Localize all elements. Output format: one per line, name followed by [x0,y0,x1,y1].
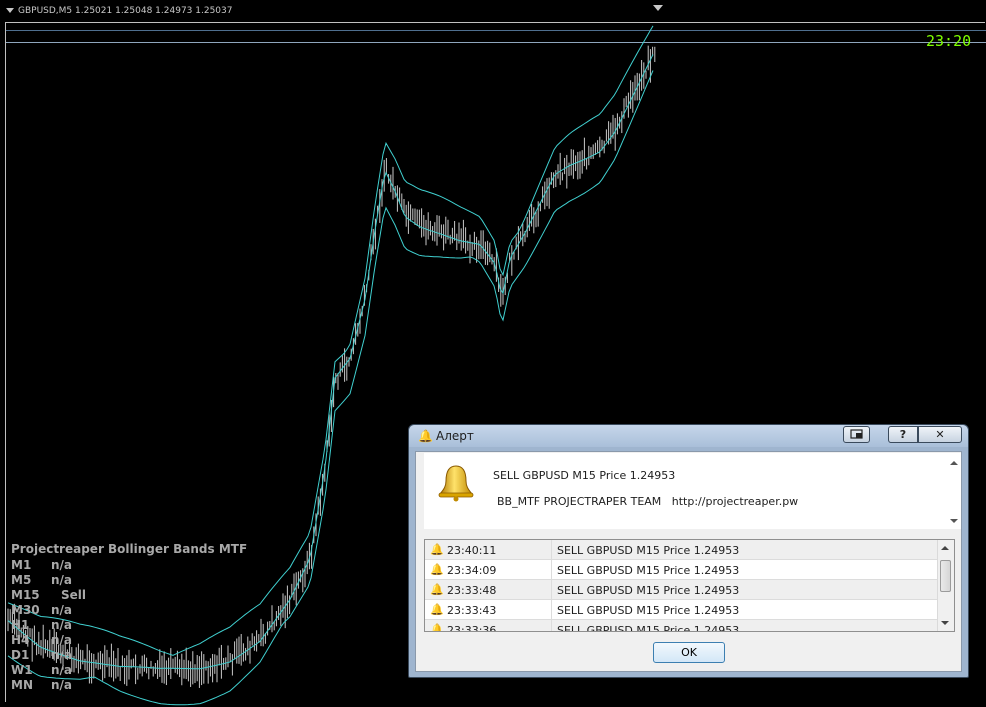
indicator-row-w1: W1 n/a [11,663,73,677]
bell-icon: 🔔 [418,429,433,443]
bell-icon: 🔔 [430,623,444,632]
indicator-rows: M1 n/a M5 n/a M15 Sell M30 n/a H1 n/a H4 n/a D… [11,558,247,693]
bell-icon: 🔔 [430,583,444,596]
alert-title: Алерт [436,429,474,443]
indicator-row-m15: M15 Sell [11,588,87,602]
indicator-row-d1: D1 n/a [11,648,73,662]
close-button[interactable]: ✕ [918,426,962,443]
alert-message-box: SELL GBPUSD M15 Price 1.24953 BB_MTF PRO… [424,453,961,529]
bell-icon: 🔔 [430,563,444,576]
list-item[interactable]: 🔔 23:40:11 SELL GBPUSD M15 Price 1.24953 [425,540,939,560]
alert-history-list[interactable]: 🔔 23:40:11 SELL GBPUSD M15 Price 1.24953… [424,539,955,632]
bell-icon: 🔔 [430,603,444,616]
alert-dialog[interactable]: 🔔 Алерт ? ✕ SELL GBPUSD M15 Price 1.2495… [408,424,969,678]
scroll-up-icon[interactable] [950,461,958,465]
alert-message: SELL GBPUSD M15 Price 1.24953 [493,469,676,482]
list-item[interactable]: 🔔 23:33:36 SELL GBPUSD M15 Price 1.24953 [425,620,939,632]
alert-body: SELL GBPUSD M15 Price 1.24953 BB_MTF PRO… [415,451,962,672]
alert-titlebar[interactable]: 🔔 Алерт ? ✕ [409,425,968,447]
indicator-row-m1: M1 n/a [11,558,73,572]
bell-icon: 🔔 [430,543,444,556]
alert-bell-icon [438,465,474,502]
ok-button[interactable]: OK [653,642,725,663]
indicator-title: Projectreaper Bollinger Bands MTF [11,542,248,556]
list-item[interactable]: 🔔 23:34:09 SELL GBPUSD M15 Price 1.24953 [425,560,939,580]
scroll-thumb[interactable] [940,560,951,592]
scroll-up-icon[interactable] [941,546,949,550]
indicator-row-m5: M5 n/a [11,573,73,587]
list-scrollbar[interactable] [937,540,954,631]
indicator-row-mn: MN n/a [11,678,73,692]
scroll-down-icon[interactable] [941,621,949,625]
restore-icon [849,429,863,439]
indicator-panel: Projectreaper Bollinger Bands MTF M1 n/a … [11,542,247,693]
scroll-down-icon[interactable] [950,519,958,523]
list-item[interactable]: 🔔 23:33:43 SELL GBPUSD M15 Price 1.24953 [425,600,939,620]
list-item[interactable]: 🔔 23:33:48 SELL GBPUSD M15 Price 1.24953 [425,580,939,600]
indicator-row-h4: H4 n/a [11,633,73,647]
restore-button[interactable] [843,426,870,443]
indicator-row-h1: H1 n/a [11,618,73,632]
alert-team-line: BB_MTF PROJECTRAPER TEAM http://projectr… [497,495,799,508]
indicator-row-m30: M30 n/a [11,603,73,617]
message-scrollbar[interactable] [947,453,961,529]
help-button[interactable]: ? [888,426,918,443]
